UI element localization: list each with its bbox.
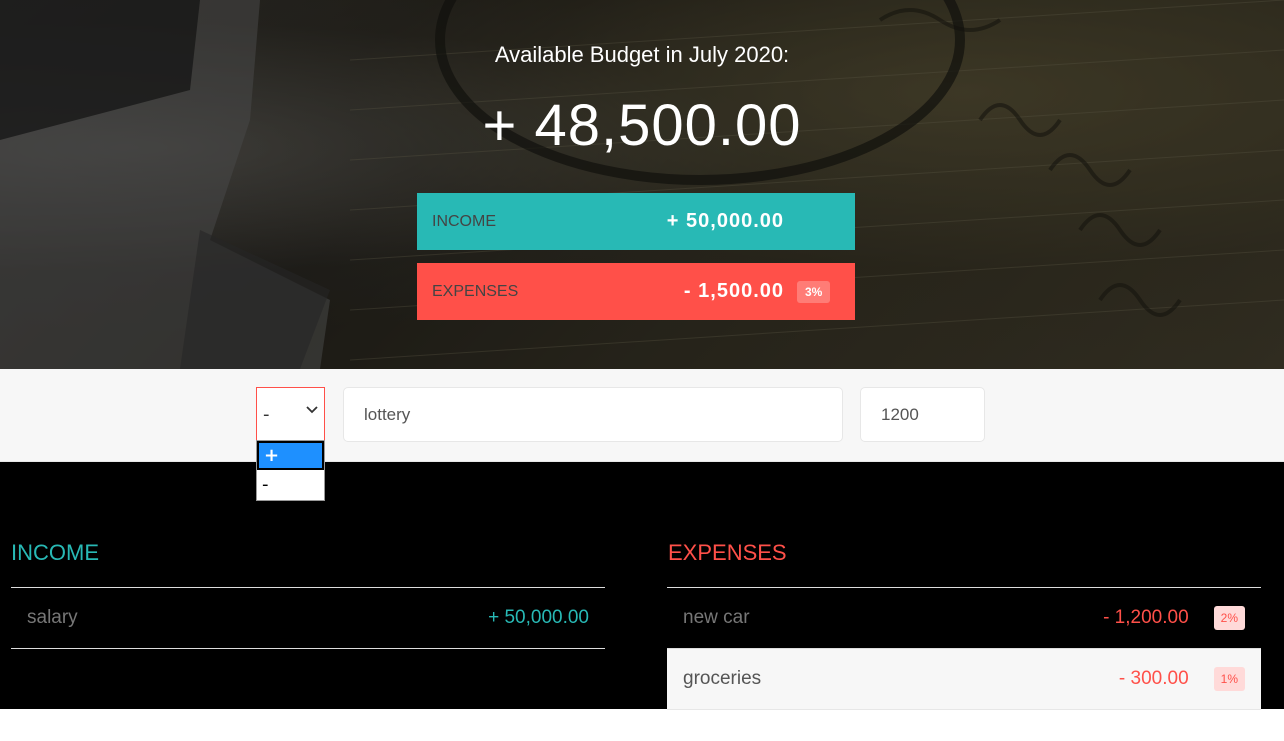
budget-value: + 48,500.00 (482, 93, 802, 158)
item-value: + 50,000.00 (488, 607, 589, 628)
item-percentage: 1% (1213, 667, 1245, 691)
expense-list-item[interactable]: new car - 1,200.00 2% (667, 588, 1261, 649)
budget-expenses-label: EXPENSES (432, 282, 519, 300)
income-list-title: INCOME (11, 540, 99, 565)
type-dropdown-list: + - (256, 440, 325, 501)
value-input[interactable]: 1200 (860, 387, 985, 442)
budget-income-value: + 50,000.00 (666, 210, 784, 232)
expenses-list: new car - 1,200.00 2% groceries - 300.00… (667, 587, 1261, 710)
type-select[interactable]: - (256, 387, 325, 442)
type-option-minus[interactable]: - (257, 470, 324, 499)
budget-income-label: INCOME (432, 212, 496, 230)
expense-list-item[interactable]: groceries - 300.00 1% (667, 649, 1261, 710)
type-option-plus[interactable]: + (257, 441, 324, 470)
lists-container: INCOME EXPENSES salary + 50,000.00 new c… (0, 462, 1284, 710)
item-value: - 1,200.00 (1103, 607, 1189, 628)
budget-expenses-value: - 1,500.00 (683, 280, 784, 302)
item-percentage: 2% (1213, 606, 1245, 630)
item-description: groceries (683, 668, 762, 689)
budget-title: Available Budget in July 2020: (494, 42, 790, 67)
budget-income-summary: INCOME + 50,000.00 (417, 193, 855, 250)
chevron-down-icon (306, 406, 318, 414)
description-input[interactable]: lottery (343, 387, 843, 442)
income-list-item[interactable]: salary + 50,000.00 (11, 588, 605, 649)
item-value: - 300.00 (1118, 668, 1189, 689)
type-select-value: - (263, 404, 270, 425)
budget-expenses-percentage: 3% (797, 280, 831, 303)
add-item-bar: - lottery 1200 (0, 369, 1284, 462)
expenses-list-title: EXPENSES (668, 540, 787, 565)
item-description: new car (683, 607, 750, 628)
budget-header: Available Budget in July 2020: + 48,500.… (0, 0, 1284, 369)
budget-expenses-summary: EXPENSES - 1,500.00 3% (417, 263, 855, 320)
item-description: salary (27, 607, 78, 628)
income-list: salary + 50,000.00 (11, 587, 605, 649)
